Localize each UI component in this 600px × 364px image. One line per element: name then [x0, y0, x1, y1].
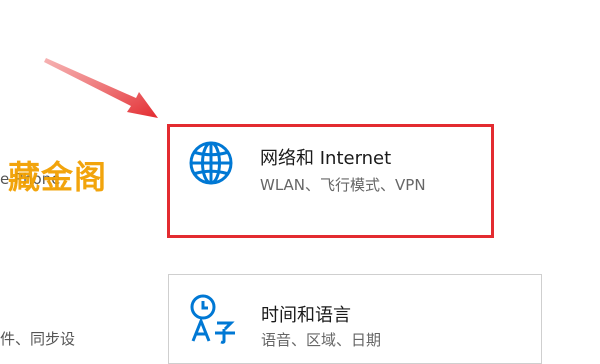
globe-icon	[189, 141, 233, 185]
network-internet-subtitle: WLAN、飞行模式、VPN	[260, 176, 426, 194]
time-language-subtitle: 语音、区域、日期	[261, 331, 382, 349]
network-internet-tile[interactable]: 网络和 Internet WLAN、飞行模式、VPN	[168, 118, 542, 244]
time-language-tile[interactable]: 时间和语言 语音、区域、日期	[168, 274, 542, 364]
time-language-title: 时间和语言	[261, 305, 351, 326]
watermark-logo: 藏金阁	[8, 158, 108, 196]
network-internet-title: 网络和 Internet	[260, 148, 392, 169]
time-language-icon	[190, 294, 235, 344]
partial-setting-text-bottom: 件、同步设	[0, 330, 76, 348]
